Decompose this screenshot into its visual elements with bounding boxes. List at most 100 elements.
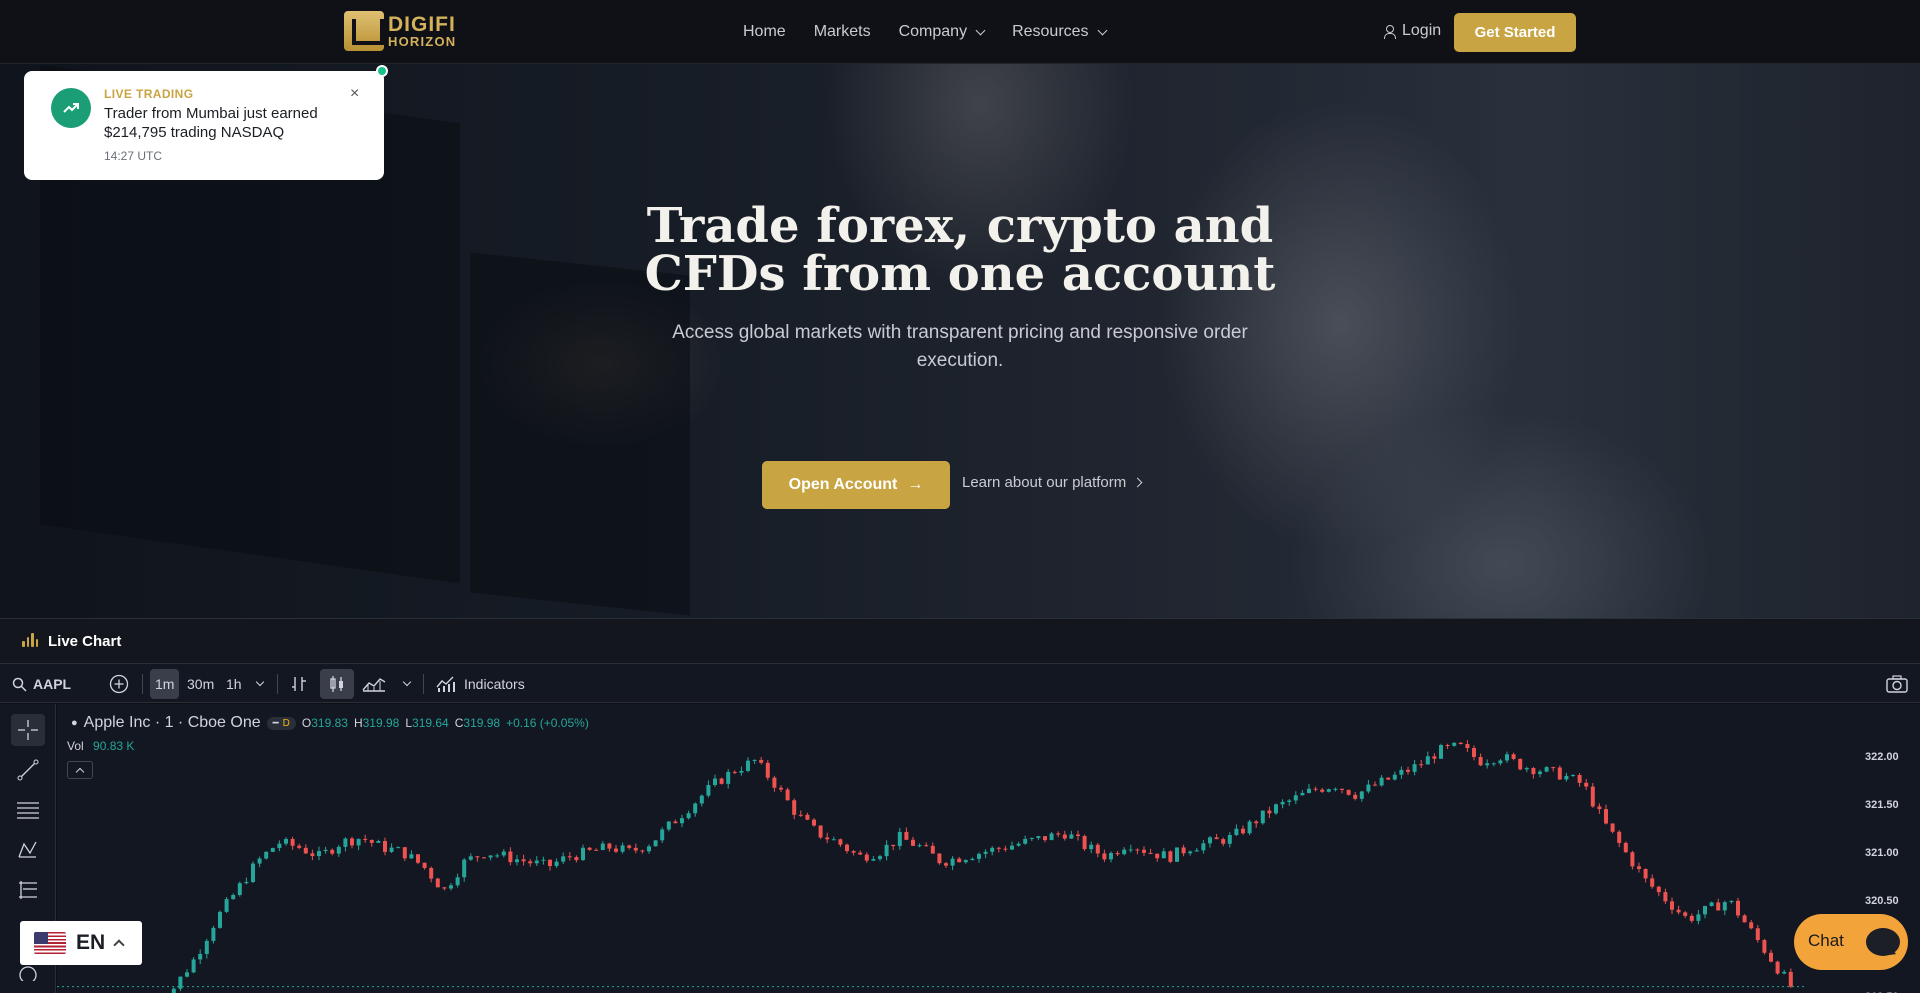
candle-body bbox=[653, 840, 658, 847]
candle-body bbox=[1293, 795, 1298, 801]
candle-body bbox=[620, 845, 625, 852]
hero-title: Trade forex, crypto and CFDs from one ac… bbox=[644, 198, 1276, 302]
candle-body bbox=[746, 760, 750, 771]
candle-body bbox=[488, 855, 493, 858]
candle-body bbox=[1155, 853, 1160, 859]
candles-style-button[interactable] bbox=[320, 669, 354, 699]
candlestick-chart[interactable]: 322.00321.50321.00320.50319.50 bbox=[57, 704, 1920, 993]
nav-home[interactable]: Home bbox=[743, 23, 786, 41]
candle-body bbox=[1135, 849, 1140, 851]
candle-body bbox=[825, 837, 830, 840]
chevron-down-icon bbox=[975, 25, 986, 35]
bar-chart-icon bbox=[22, 633, 38, 647]
candle-body bbox=[1115, 853, 1120, 855]
chevron-up-icon bbox=[75, 767, 85, 777]
brand-logo[interactable]: DIGIFI HORIZON bbox=[344, 11, 456, 51]
open-account-button[interactable]: Open Account → bbox=[762, 461, 950, 509]
candle-body bbox=[1089, 844, 1094, 850]
learn-platform-link[interactable]: Learn about our platform bbox=[962, 474, 1143, 491]
screenshot-button[interactable] bbox=[1886, 664, 1908, 704]
candle-body bbox=[772, 777, 777, 788]
candle-body bbox=[310, 853, 315, 857]
candle-body bbox=[442, 887, 447, 889]
timeframe-1m[interactable]: 1m bbox=[150, 669, 180, 699]
timeframe-1h[interactable]: 1h bbox=[226, 664, 242, 704]
nav-resources[interactable]: Resources bbox=[1012, 23, 1108, 41]
price-axis-tick: 321.50 bbox=[1865, 799, 1899, 811]
candle-body bbox=[1472, 748, 1476, 757]
candle-body bbox=[1280, 801, 1285, 805]
candle-body bbox=[356, 838, 361, 846]
logo-text-line1: DIGIFI bbox=[388, 13, 456, 36]
chat-button[interactable]: Chat bbox=[1794, 914, 1908, 970]
candle-body bbox=[231, 894, 236, 900]
candle-body bbox=[567, 856, 572, 858]
candle-body bbox=[1551, 767, 1556, 769]
crosshair-tool[interactable] bbox=[11, 714, 45, 746]
timeframe-30m[interactable]: 30m bbox=[187, 664, 214, 704]
trendline-tool[interactable] bbox=[11, 754, 45, 786]
compare-button[interactable] bbox=[109, 664, 129, 704]
logo-icon bbox=[344, 11, 384, 51]
candle-body bbox=[1313, 788, 1318, 790]
nav-company[interactable]: Company bbox=[899, 23, 986, 41]
timeframe-dropdown[interactable] bbox=[253, 664, 265, 704]
candle-body bbox=[1003, 848, 1008, 850]
candle-body bbox=[389, 847, 394, 852]
candle-body bbox=[1340, 788, 1344, 790]
instrument-name: Apple Inc · 1 · Cboe One bbox=[83, 714, 261, 731]
bar-style-button[interactable] bbox=[291, 664, 307, 704]
price-change: +0.16 (+0.05%) bbox=[506, 716, 589, 730]
candle-body bbox=[528, 861, 533, 864]
candle-body bbox=[270, 848, 275, 852]
candle-body bbox=[264, 851, 269, 859]
candle-body bbox=[449, 885, 453, 889]
candle-body bbox=[765, 762, 770, 778]
candle-body bbox=[996, 847, 1001, 849]
fib-icon bbox=[19, 881, 37, 899]
candle-body bbox=[171, 988, 176, 993]
collapse-legend-button[interactable] bbox=[67, 761, 93, 779]
login-link[interactable]: Login bbox=[1384, 22, 1441, 40]
candle-body bbox=[422, 862, 427, 868]
candle-body bbox=[1076, 834, 1080, 837]
candle-body bbox=[1062, 834, 1067, 839]
candle-body bbox=[1029, 838, 1034, 840]
area-style-button[interactable] bbox=[362, 664, 386, 704]
crosshair-icon bbox=[18, 720, 38, 740]
horizontal-lines-tool[interactable] bbox=[11, 794, 45, 826]
market-status-badge: ━ D bbox=[266, 716, 296, 730]
symbol-search[interactable]: AAPL bbox=[12, 664, 71, 704]
candle-body bbox=[1683, 912, 1688, 916]
candle-body bbox=[897, 831, 902, 847]
candle-body bbox=[1676, 909, 1681, 913]
price-chart[interactable]: 322.00321.50321.00320.50319.50 ● Apple I… bbox=[57, 704, 1920, 993]
nav-markets[interactable]: Markets bbox=[814, 23, 871, 41]
candle-body bbox=[666, 821, 671, 830]
candle-body bbox=[1128, 849, 1133, 851]
candle-body bbox=[1221, 839, 1226, 844]
candle-body bbox=[1366, 784, 1371, 792]
fib-tool[interactable] bbox=[11, 874, 45, 906]
candle-body bbox=[1439, 745, 1443, 759]
close-icon[interactable]: × bbox=[350, 85, 359, 103]
candle-body bbox=[1234, 828, 1239, 835]
candle-body bbox=[574, 857, 579, 861]
candle-body bbox=[1716, 902, 1721, 911]
candle-body bbox=[277, 843, 282, 849]
candle-body bbox=[435, 878, 440, 888]
language-selector[interactable]: EN bbox=[20, 921, 142, 965]
candle-body bbox=[884, 844, 889, 857]
candle-body bbox=[627, 845, 632, 848]
chart-type-dropdown[interactable] bbox=[400, 664, 412, 704]
candle-body bbox=[587, 847, 592, 850]
candle-body bbox=[1254, 821, 1259, 824]
candle-body bbox=[475, 856, 480, 858]
pattern-icon bbox=[18, 841, 37, 858]
indicators-button[interactable]: Indicators bbox=[436, 664, 525, 704]
candle-body bbox=[924, 845, 929, 847]
pattern-tool[interactable] bbox=[11, 834, 45, 866]
get-started-button[interactable]: Get Started bbox=[1454, 13, 1576, 52]
chevron-right-icon bbox=[1132, 477, 1143, 488]
candle-body bbox=[1168, 851, 1173, 862]
